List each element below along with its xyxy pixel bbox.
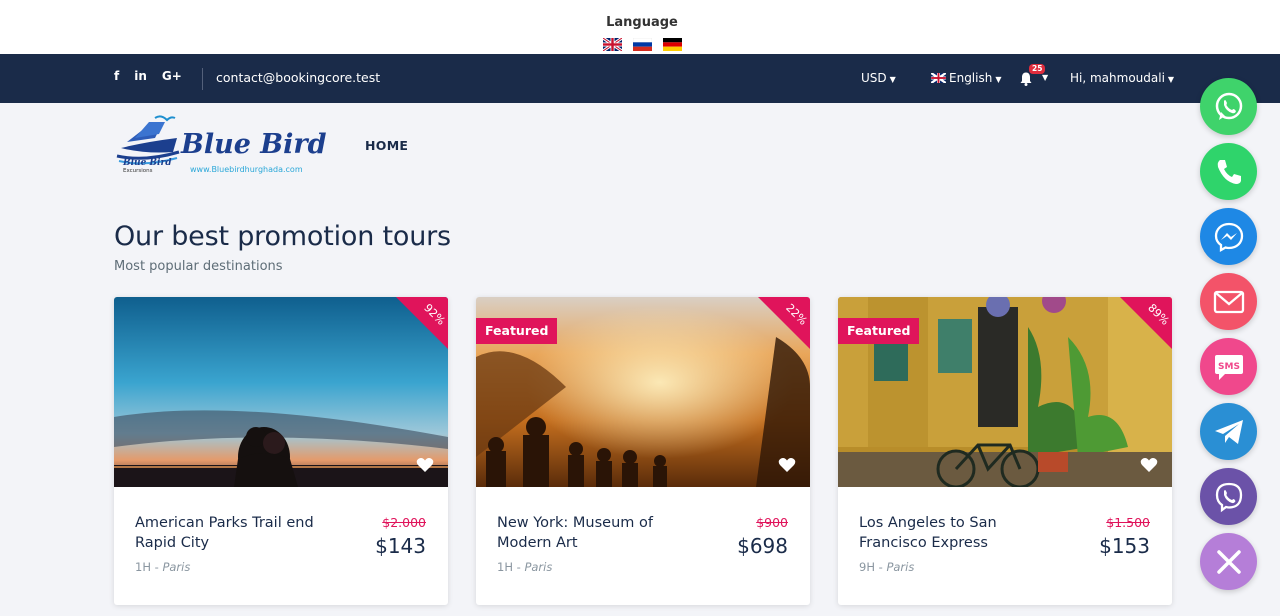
featured-badge: Featured — [476, 318, 558, 344]
featured-badge: Featured — [838, 318, 920, 344]
tour-meta: 9H - Paris — [859, 560, 914, 574]
top-bar: f in G+ contact@bookingcore.test USD ▼ En… — [0, 54, 1280, 103]
messenger-button[interactable] — [1200, 208, 1257, 265]
tour-duration: 1H — [135, 560, 151, 574]
language-title: Language — [606, 15, 678, 30]
tour-title[interactable]: Los Angeles to San Francisco Express — [859, 513, 1049, 553]
divider — [202, 68, 203, 90]
chevron-down-icon: ▼ — [1042, 73, 1049, 82]
facebook-icon[interactable]: f — [114, 69, 119, 83]
viber-icon — [1215, 482, 1242, 512]
old-price: $900 — [756, 515, 788, 530]
tour-card[interactable]: Featured 22% New York: Museum of Modern … — [476, 297, 810, 605]
tour-meta: 1H - Paris — [497, 560, 552, 574]
language-dropdown[interactable]: English ▼ — [930, 71, 1002, 85]
google-plus-icon[interactable]: G+ — [162, 69, 182, 83]
uk-flag-icon — [930, 72, 947, 84]
notifications-dropdown[interactable]: 25 ▼ — [1019, 64, 1049, 90]
tour-card[interactable]: Featured 89% Los Angeles to San Francisc… — [838, 297, 1172, 605]
bell-icon — [1020, 72, 1032, 86]
tour-title[interactable]: American Parks Trail end Rapid City — [135, 513, 325, 553]
logo-image: Blue Bird Blue Bird Excursions www.Blueb… — [116, 115, 327, 174]
user-greeting: Hi, mahmoudali — [1070, 71, 1165, 85]
discount-ribbon: 89% — [1120, 297, 1172, 349]
germany-flag-icon[interactable] — [663, 38, 682, 51]
phone-button[interactable] — [1200, 143, 1257, 200]
logo-url: www.Bluebirdhurghada.com — [190, 165, 303, 174]
telegram-icon — [1214, 419, 1243, 444]
telegram-button[interactable] — [1200, 403, 1257, 460]
linkedin-icon[interactable]: in — [134, 69, 147, 83]
email-button[interactable] — [1200, 273, 1257, 330]
meta-separator: - — [150, 560, 163, 574]
tour-card[interactable]: 92% American Parks Trail end Rapid City … — [114, 297, 448, 605]
meta-separator: - — [512, 560, 525, 574]
uk-flag-icon[interactable] — [603, 38, 622, 51]
language-flags — [603, 38, 682, 51]
nav-home[interactable]: HOME — [365, 138, 408, 153]
site-logo[interactable]: Blue Bird Blue Bird Excursions www.Blueb… — [115, 112, 335, 176]
sale-price: $698 — [737, 534, 788, 558]
old-price: $1.500 — [1106, 515, 1150, 530]
tour-duration: 1H — [497, 560, 513, 574]
currency-label: USD — [861, 71, 887, 85]
user-menu[interactable]: Hi, mahmoudali ▼ — [1070, 71, 1174, 85]
close-button[interactable] — [1200, 533, 1257, 590]
sms-icon: SMS — [1214, 354, 1243, 380]
tour-location: Paris — [886, 560, 915, 574]
language-bar: Language — [0, 0, 1280, 54]
chevron-down-icon: ▼ — [1167, 75, 1175, 84]
contact-email[interactable]: contact@bookingcore.test — [216, 70, 380, 85]
sale-price: $143 — [375, 534, 426, 558]
russia-flag-icon[interactable] — [633, 38, 652, 51]
old-price: $2.000 — [382, 515, 426, 530]
phone-icon — [1217, 159, 1241, 184]
chevron-down-icon: ▼ — [995, 75, 1002, 84]
language-label: English — [949, 71, 993, 85]
heart-icon[interactable] — [778, 457, 796, 473]
social-links: f in G+ — [114, 69, 197, 83]
tour-duration: 9H — [859, 560, 875, 574]
tour-location: Paris — [524, 560, 553, 574]
logo-sub: Blue Bird — [122, 158, 172, 168]
section-title: Our best promotion tours — [114, 221, 451, 252]
sms-button[interactable]: SMS — [1200, 338, 1257, 395]
heart-icon[interactable] — [416, 457, 434, 473]
logo-wordmark: Blue Bird — [180, 129, 327, 160]
viber-button[interactable] — [1200, 468, 1257, 525]
svg-text:SMS: SMS — [1218, 362, 1240, 372]
whatsapp-icon — [1215, 92, 1242, 120]
whatsapp-button[interactable] — [1200, 78, 1257, 135]
sale-price: $153 — [1099, 534, 1150, 558]
heart-icon[interactable] — [1140, 457, 1158, 473]
section-subtitle: Most popular destinations — [114, 259, 283, 274]
logo-excursions: Excursions — [123, 168, 153, 174]
tour-title[interactable]: New York: Museum of Modern Art — [497, 513, 687, 553]
tour-meta: 1H - Paris — [135, 560, 190, 574]
close-icon — [1216, 549, 1241, 574]
chevron-down-icon: ▼ — [889, 75, 896, 84]
discount-ribbon: 92% — [396, 297, 448, 349]
messenger-icon — [1214, 222, 1243, 252]
email-icon — [1213, 290, 1244, 313]
tour-location: Paris — [162, 560, 191, 574]
currency-dropdown[interactable]: USD ▼ — [861, 71, 896, 85]
meta-separator: - — [874, 560, 887, 574]
discount-ribbon: 22% — [758, 297, 810, 349]
